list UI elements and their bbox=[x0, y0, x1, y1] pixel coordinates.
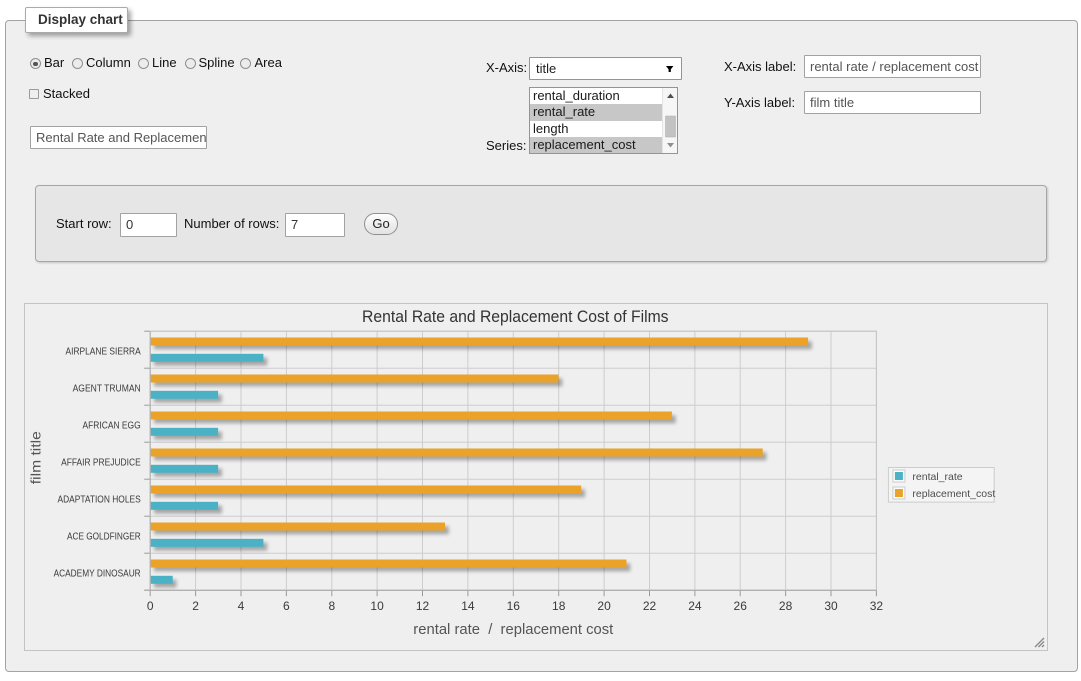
svg-text:4: 4 bbox=[238, 599, 245, 613]
svg-text:32: 32 bbox=[870, 599, 884, 613]
svg-text:AFRICAN EGG: AFRICAN EGG bbox=[83, 421, 141, 432]
svg-text:14: 14 bbox=[461, 599, 475, 613]
svg-text:rental_rate: rental_rate bbox=[912, 471, 962, 483]
svg-text:16: 16 bbox=[507, 599, 521, 613]
svg-text:22: 22 bbox=[643, 599, 657, 613]
svg-text:replacement_cost: replacement_cost bbox=[912, 488, 995, 500]
svg-text:10: 10 bbox=[370, 599, 384, 613]
svg-text:18: 18 bbox=[552, 599, 566, 613]
svg-text:20: 20 bbox=[597, 599, 611, 613]
svg-text:ACADEMY DINOSAUR: ACADEMY DINOSAUR bbox=[54, 569, 141, 580]
svg-text:8: 8 bbox=[328, 599, 335, 613]
svg-text:ADAPTATION HOLES: ADAPTATION HOLES bbox=[58, 495, 141, 506]
svg-text:30: 30 bbox=[824, 599, 838, 613]
svg-text:Rental Rate and Replacement Co: Rental Rate and Replacement Cost of Film… bbox=[362, 308, 669, 326]
svg-text:28: 28 bbox=[779, 599, 793, 613]
svg-text:6: 6 bbox=[283, 599, 290, 613]
svg-text:ACE GOLDFINGER: ACE GOLDFINGER bbox=[67, 532, 141, 543]
svg-text:12: 12 bbox=[416, 599, 430, 613]
svg-text:AGENT TRUMAN: AGENT TRUMAN bbox=[73, 384, 141, 395]
svg-text:rental rate / replacement co: rental rate / replacement cost bbox=[413, 622, 613, 638]
svg-text:24: 24 bbox=[688, 599, 702, 613]
svg-text:2: 2 bbox=[192, 599, 199, 613]
svg-text:AIRPLANE SIERRA: AIRPLANE SIERRA bbox=[66, 347, 141, 358]
svg-text:film title: film title bbox=[28, 431, 44, 484]
svg-text:26: 26 bbox=[734, 599, 748, 613]
svg-text:AFFAIR PREJUDICE: AFFAIR PREJUDICE bbox=[61, 458, 141, 469]
svg-text:0: 0 bbox=[147, 599, 154, 613]
